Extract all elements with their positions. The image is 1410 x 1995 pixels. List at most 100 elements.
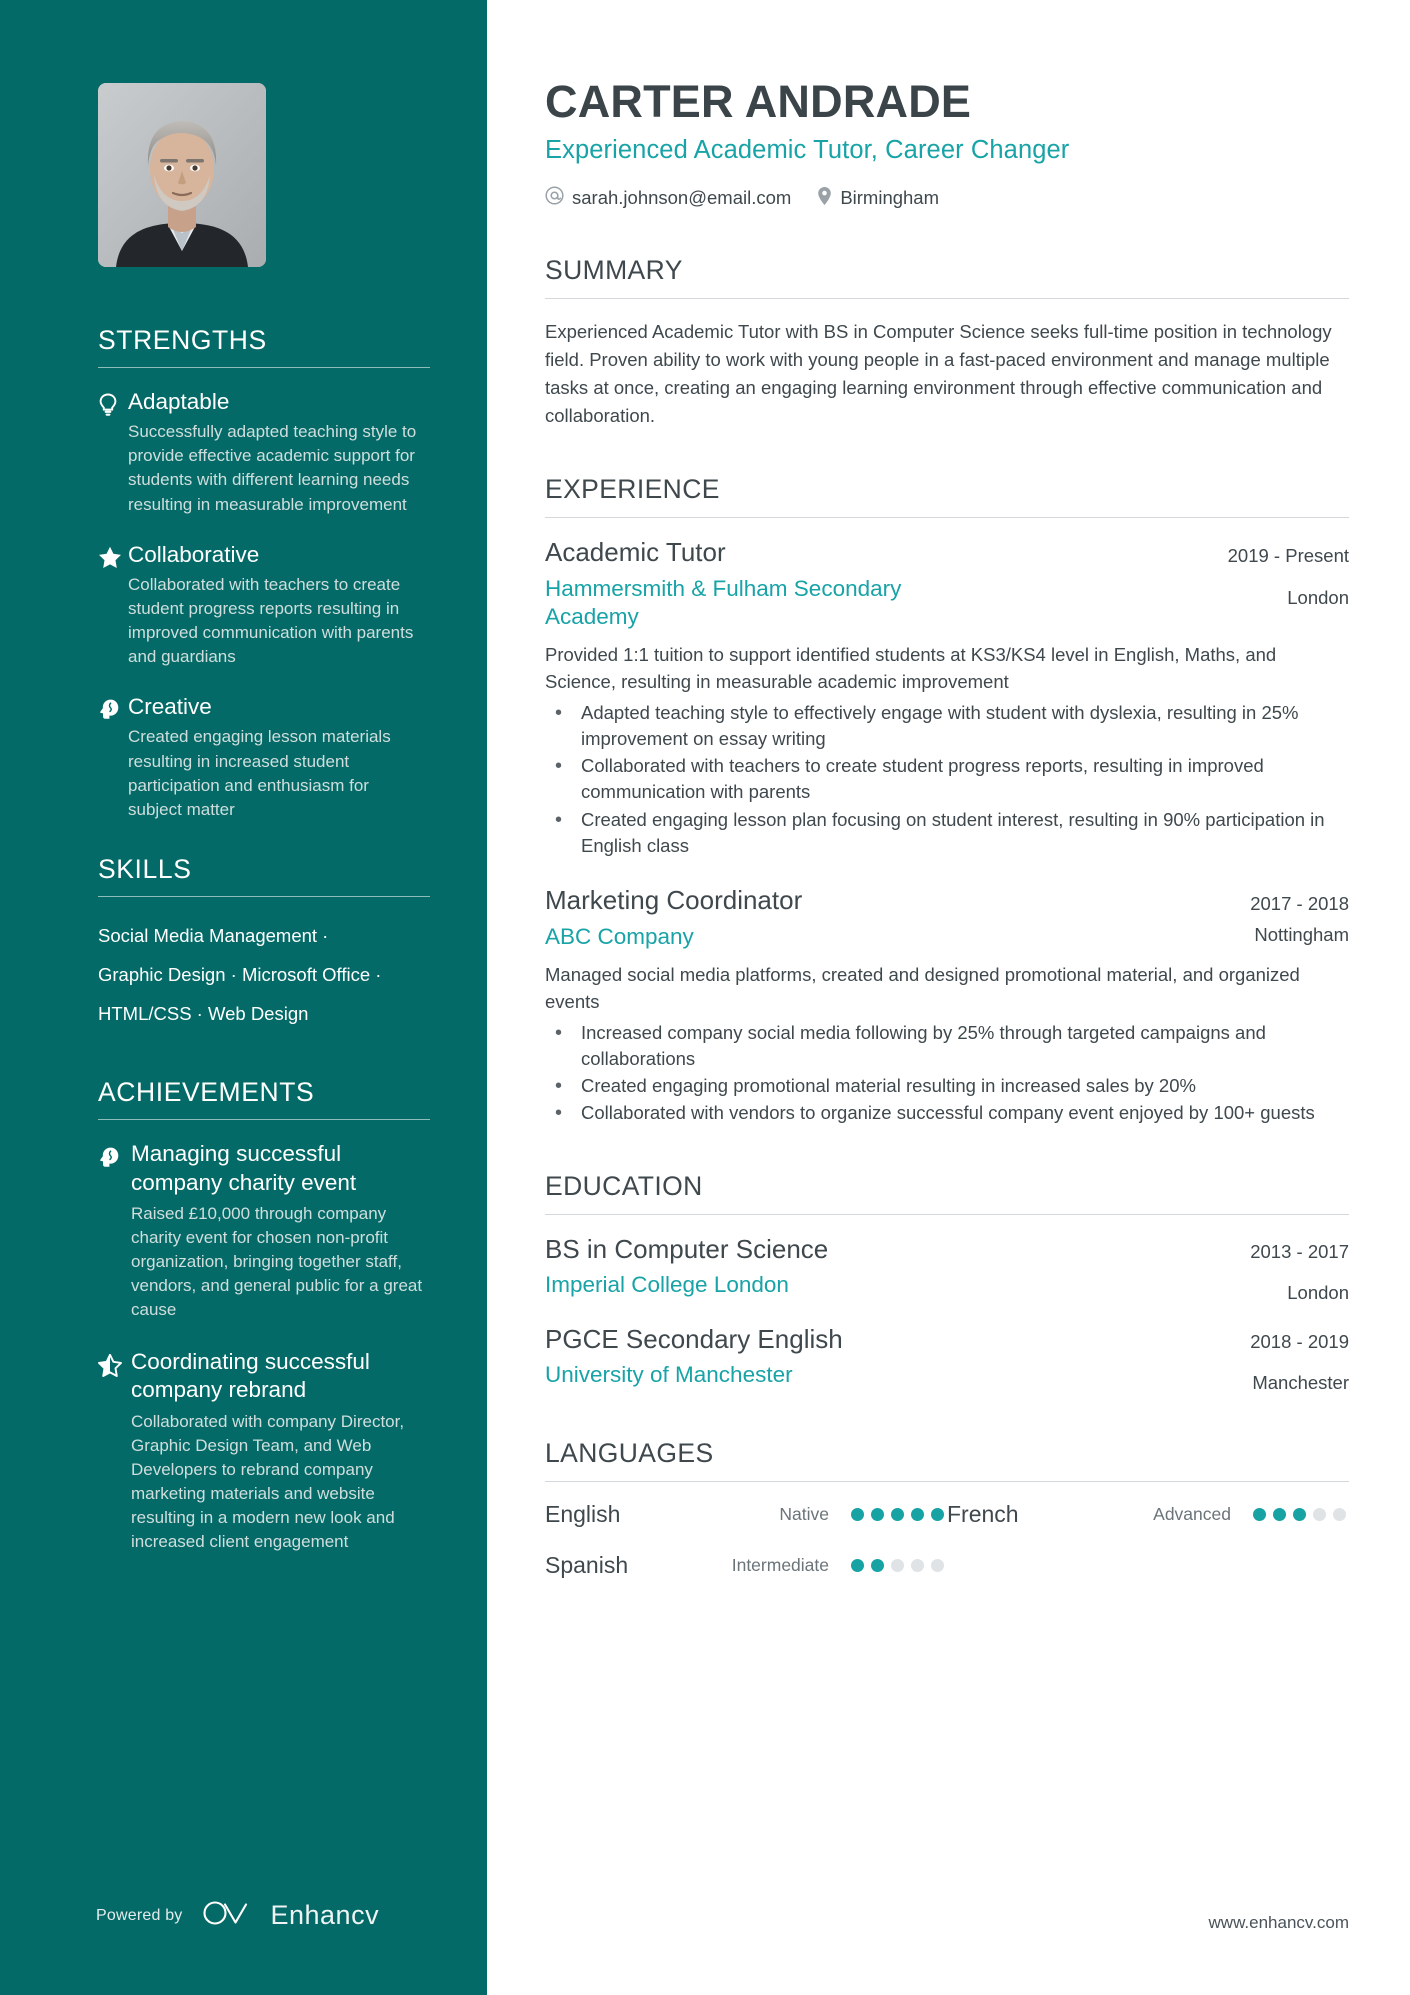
strengths-heading: STRENGTHS	[98, 325, 267, 355]
experience-entry: Marketing Coordinator ABC Company 2017 -…	[545, 885, 1349, 1128]
contact-location: Birmingham	[817, 186, 939, 211]
job-title: Marketing Coordinator	[545, 885, 803, 916]
experience-entry: Academic Tutor Hammersmith & Fulham Seco…	[545, 537, 1349, 859]
rating-dot-filled	[891, 1507, 904, 1521]
job-bullet: Adapted teaching style to effectively en…	[545, 699, 1349, 753]
language-rating-dots	[851, 1558, 947, 1572]
education-location: London	[1287, 1281, 1349, 1303]
strengths-divider	[98, 367, 430, 368]
language-item: Spanish Intermediate	[545, 1552, 947, 1579]
rating-dot-filled	[851, 1558, 864, 1572]
map-pin-icon	[817, 186, 832, 211]
job-organization: ABC Company	[545, 923, 694, 949]
section-strengths: STRENGTHS Adaptable Successfully adapted…	[98, 325, 430, 822]
education-entry: BS in Computer Science Imperial College …	[545, 1234, 1349, 1304]
job-bullet: Collaborated with teachers to create stu…	[545, 752, 1349, 806]
star-half-icon	[98, 1348, 131, 1554]
job-description: Managed social media platforms, created …	[545, 963, 1300, 1012]
page-title: CARTER ANDRADE	[545, 76, 972, 127]
enhancv-wordmark: Enhancv	[270, 1900, 380, 1930]
strength-item: Creative Created engaging lesson materia…	[98, 693, 424, 822]
at-sign-icon	[545, 186, 564, 210]
language-item: French Advanced	[947, 1501, 1349, 1528]
section-skills: SKILLS Social Media Management · Graphic…	[98, 854, 430, 1034]
skill-line: Social Media Management ·	[98, 924, 329, 946]
section-education: EDUCATION BS in Computer Science Imperia…	[545, 1171, 1349, 1394]
achievements-heading: ACHIEVEMENTS	[98, 1077, 315, 1108]
head-brain-icon	[98, 693, 128, 822]
language-rating-dots	[851, 1507, 947, 1521]
rating-dot-filled	[1273, 1507, 1286, 1521]
rating-dot-filled	[931, 1507, 944, 1521]
strength-description: Successfully adapted teaching style to p…	[128, 422, 417, 514]
rating-dot-filled	[911, 1507, 924, 1521]
rating-dot-empty	[1313, 1507, 1326, 1521]
job-date: 2017 - 2018	[1250, 893, 1349, 915]
language-item: English Native	[545, 1501, 947, 1528]
rating-dot-filled	[1293, 1507, 1306, 1521]
head-brain-icon	[98, 1140, 131, 1322]
experience-heading: EXPERIENCE	[545, 474, 720, 505]
education-entry: PGCE Secondary English University of Man…	[545, 1324, 1349, 1394]
contact-row: sarah.johnson@email.com Birmingham	[545, 186, 1349, 211]
section-achievements: ACHIEVEMENTS Managing successful company…	[98, 1077, 430, 1554]
section-experience: EXPERIENCE Academic Tutor Hammersmith & …	[545, 474, 1349, 1128]
summary-text: Experienced Academic Tutor with BS in Co…	[545, 320, 1332, 426]
strength-item: Collaborative Collaborated with teachers…	[98, 541, 424, 670]
education-degree: BS in Computer Science	[545, 1233, 829, 1264]
education-location: Manchester	[1252, 1371, 1349, 1393]
rating-dot-filled	[871, 1507, 884, 1521]
rating-dot-filled	[871, 1558, 884, 1572]
language-level: Native	[779, 1503, 829, 1524]
job-bullet: Collaborated with vendors to organize su…	[545, 1099, 1349, 1128]
rating-dot-empty	[891, 1558, 904, 1572]
rating-dot-filled	[1253, 1507, 1266, 1521]
achievement-item: Coordinating successful company rebrand …	[98, 1348, 424, 1554]
strength-description: Collaborated with teachers to create stu…	[128, 574, 414, 667]
skills-divider	[98, 895, 430, 897]
language-name: English	[545, 1500, 621, 1527]
job-bullet: Created engaging promotional material re…	[545, 1072, 1349, 1101]
job-bullet-list: Adapted teaching style to effectively en…	[545, 699, 1349, 860]
languages-heading: LANGUAGES	[545, 1437, 714, 1468]
avatar	[98, 83, 266, 267]
achievement-title: Managing successful company charity even…	[131, 1141, 357, 1195]
rating-dot-empty	[911, 1558, 924, 1572]
section-languages: LANGUAGES English Native French Advanced…	[545, 1438, 1349, 1579]
job-title: Academic Tutor	[545, 537, 726, 568]
lightbulb-icon	[98, 388, 128, 517]
strength-title: Creative	[128, 694, 212, 720]
summary-heading: SUMMARY	[545, 254, 683, 285]
enhancv-logo-icon	[201, 1899, 253, 1932]
footer-website-url: www.enhancv.com	[1208, 1913, 1349, 1932]
skill-line: HTML/CSS · Web Design	[98, 1002, 309, 1024]
skill-line: Graphic Design · Microsoft Office ·	[98, 963, 382, 985]
job-bullet: Created engaging lesson plan focusing on…	[545, 806, 1349, 860]
language-level: Advanced	[1153, 1503, 1231, 1524]
star-icon	[98, 541, 128, 670]
language-rating-dots	[1253, 1507, 1349, 1521]
job-organization: Hammersmith & Fulham Secondary Academy	[545, 575, 902, 629]
job-role-subtitle: Experienced Academic Tutor, Career Chang…	[545, 135, 1070, 164]
education-school: Imperial College London	[545, 1271, 789, 1297]
contact-email[interactable]: sarah.johnson@email.com	[545, 186, 791, 210]
summary-divider	[545, 297, 1349, 299]
education-school: University of Manchester	[545, 1361, 793, 1387]
languages-grid: English Native French Advanced Spanish I…	[545, 1501, 1349, 1579]
education-degree: PGCE Secondary English	[545, 1323, 843, 1354]
job-location: London	[1287, 587, 1349, 609]
strength-item: Adaptable Successfully adapted teaching …	[98, 388, 424, 517]
language-level: Intermediate	[731, 1554, 829, 1575]
job-bullet: Increased company social media following…	[545, 1019, 1349, 1073]
education-date: 2018 - 2019	[1250, 1330, 1349, 1352]
education-divider	[545, 1213, 1349, 1215]
experience-divider	[545, 517, 1349, 519]
sidebar-footer: Powered by Enhancv	[96, 1899, 379, 1932]
section-summary: SUMMARY Experienced Academic Tutor with …	[545, 255, 1349, 430]
skills-list: Social Media Management · Graphic Design…	[98, 917, 424, 1034]
achievement-item: Managing successful company charity even…	[98, 1140, 424, 1322]
achievements-divider	[98, 1119, 430, 1121]
rating-dot-filled	[851, 1507, 864, 1521]
education-date: 2013 - 2017	[1250, 1240, 1349, 1262]
main-content: CARTER ANDRADE Experienced Academic Tuto…	[487, 0, 1410, 1995]
